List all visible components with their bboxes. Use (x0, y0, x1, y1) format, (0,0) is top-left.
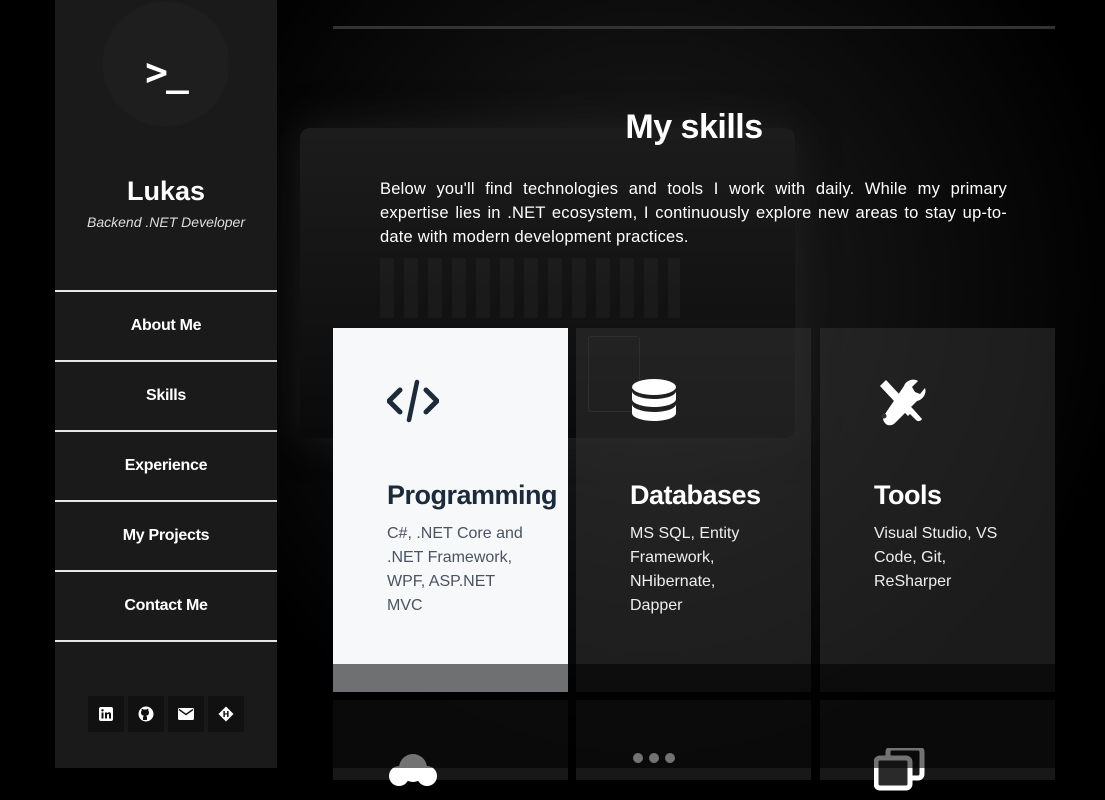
github-link[interactable] (128, 696, 164, 732)
svg-text:H: H (223, 710, 230, 719)
email-link[interactable] (168, 696, 204, 732)
skill-card-tools: Tools Visual Studio, VS Code, Git, ReSha… (820, 328, 1055, 692)
intro-text: Below you'll find technologies and tools… (380, 180, 1007, 246)
skill-card-desc: Visual Studio, VS Code, Git, ReSharper (874, 525, 998, 590)
cloud-icon (389, 754, 437, 786)
nav-item-my-projects[interactable]: My Projects (55, 500, 277, 570)
skill-card-title: Databases (630, 480, 761, 510)
terminal-logo-icon: >_ (145, 50, 189, 94)
copy-icon (874, 748, 925, 791)
logo[interactable]: >_ (103, 2, 229, 126)
database-icon (632, 379, 676, 421)
tools-icon (880, 379, 926, 426)
skill-card-databases: Databases MS SQL, Entity Framework, NHib… (576, 328, 811, 692)
background-keyboard (380, 258, 680, 318)
nav-item-experience[interactable]: Experience (55, 430, 277, 500)
sidebar: >_ Lukas Backend .NET Developer About Me… (55, 0, 277, 768)
skill-card-desc: C#, .NET Core and .NET Framework, WPF, A… (387, 525, 523, 614)
mail-icon (178, 708, 194, 720)
skill-card-desc: MS SQL, Entity Framework, NHibernate, Da… (630, 525, 740, 614)
skill-card-row2-3 (820, 700, 1055, 791)
page-title: My skills (625, 108, 763, 146)
skill-card-title: Tools (874, 480, 942, 510)
profile-name: Lukas (126, 176, 206, 206)
skill-card-row2-2 (576, 700, 811, 780)
nav-item-about-me[interactable]: About Me (55, 290, 277, 360)
github-icon (138, 706, 154, 722)
linkedin-link[interactable] (88, 696, 124, 732)
hashnode-link[interactable]: H (208, 696, 244, 732)
users-icon (633, 753, 675, 763)
hashnode-icon: H (218, 706, 234, 722)
linkedin-icon (99, 707, 113, 721)
sidebar-nav: About Me Skills Experience My Projects C… (55, 290, 277, 642)
social-links: H (88, 696, 244, 732)
top-divider (333, 26, 1055, 29)
profile-role: Backend .NET Developer (87, 214, 245, 230)
skill-card-row2-1 (333, 700, 568, 786)
skill-card-title: Programming (387, 480, 558, 510)
nav-item-contact-me[interactable]: Contact Me (55, 570, 277, 642)
code-icon (387, 379, 439, 423)
skill-card-programming: Programming C#, .NET Core and .NET Frame… (333, 328, 568, 692)
nav-item-skills[interactable]: Skills (55, 360, 277, 430)
